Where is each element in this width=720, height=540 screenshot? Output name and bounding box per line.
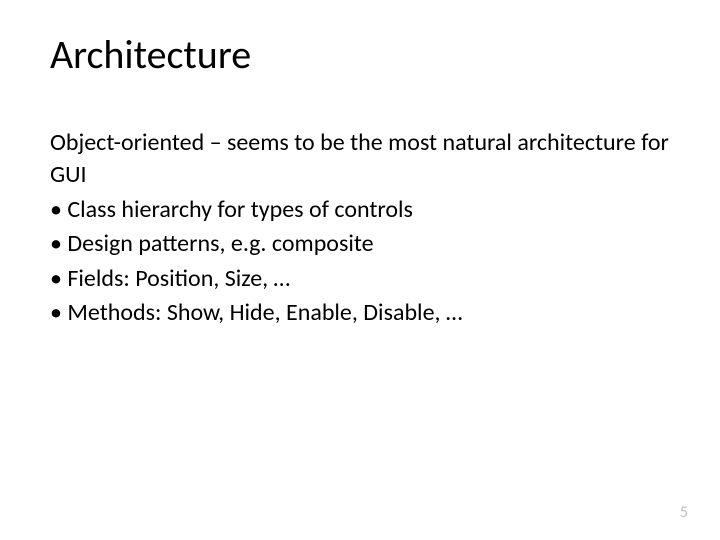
slide: Architecture Object-oriented – seems to …	[0, 0, 720, 540]
page-number: 5	[680, 503, 688, 522]
intro-text: Object-oriented – seems to be the most n…	[50, 127, 670, 192]
bullet-item: • Class hierarchy for types of controls	[50, 194, 670, 226]
bullet-item: • Design patterns, e.g. composite	[50, 228, 670, 260]
bullet-item: • Methods: Show, Hide, Enable, Disable, …	[50, 297, 670, 329]
slide-content: Object-oriented – seems to be the most n…	[50, 127, 670, 329]
slide-title: Architecture	[50, 30, 670, 79]
bullet-item: • Fields: Position, Size, …	[50, 263, 670, 295]
